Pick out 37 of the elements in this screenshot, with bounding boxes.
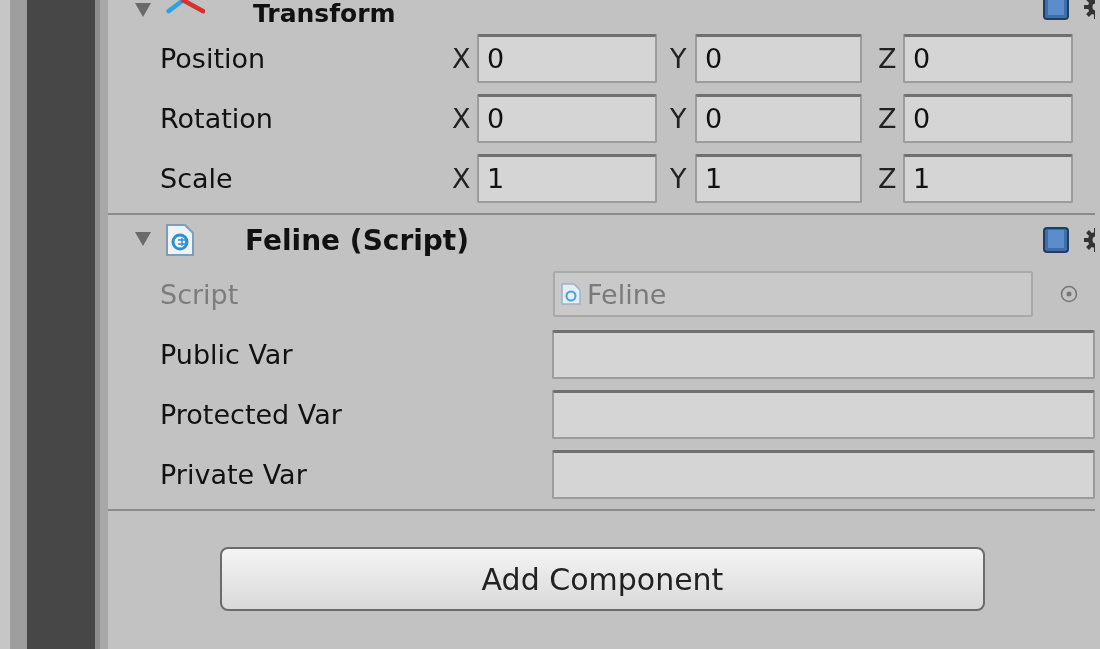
axis-label: Y bbox=[670, 162, 688, 194]
script-file-icon bbox=[561, 283, 581, 305]
axis-label: Y bbox=[670, 42, 688, 74]
property-label: Protected Var bbox=[160, 398, 343, 430]
component-title: Transform bbox=[253, 0, 396, 28]
axis-label: X bbox=[452, 162, 472, 194]
text-field[interactable] bbox=[551, 449, 1095, 499]
property-label: Scale bbox=[160, 162, 234, 194]
text-field[interactable] bbox=[551, 389, 1095, 439]
number-field[interactable]: 1 bbox=[695, 153, 862, 203]
number-field[interactable]: 0 bbox=[903, 33, 1073, 83]
number-field[interactable]: 0 bbox=[695, 93, 862, 143]
axis-label: Z bbox=[878, 162, 898, 194]
number-field[interactable]: 0 bbox=[477, 93, 657, 143]
axis-label: X bbox=[452, 102, 472, 134]
number-field[interactable]: 0 bbox=[477, 33, 657, 83]
add-component-button[interactable]: Add Component bbox=[220, 547, 985, 611]
property-label: Position bbox=[160, 42, 267, 74]
property-label: Rotation bbox=[160, 102, 274, 134]
property-label: Public Var bbox=[160, 338, 294, 370]
foldout-arrow-icon[interactable] bbox=[135, 3, 151, 17]
number-field[interactable]: 0 bbox=[695, 33, 862, 83]
property-label: Script bbox=[160, 278, 240, 310]
property-label: Private Var bbox=[160, 458, 308, 490]
axis-label: Z bbox=[878, 102, 898, 134]
text-field[interactable] bbox=[551, 329, 1095, 379]
number-field[interactable]: 1 bbox=[477, 153, 657, 203]
axis-label: Z bbox=[878, 42, 898, 74]
script-file-icon bbox=[165, 223, 195, 257]
axis-label: Y bbox=[670, 102, 688, 134]
object-picker-icon[interactable] bbox=[1059, 284, 1079, 304]
field-value: Feline bbox=[587, 278, 667, 310]
component-title: Feline (Script) bbox=[245, 223, 470, 257]
number-field[interactable]: 1 bbox=[903, 153, 1073, 203]
axis-label: X bbox=[452, 42, 472, 74]
number-field[interactable]: 0 bbox=[903, 93, 1073, 143]
foldout-arrow-icon[interactable] bbox=[135, 231, 151, 246]
